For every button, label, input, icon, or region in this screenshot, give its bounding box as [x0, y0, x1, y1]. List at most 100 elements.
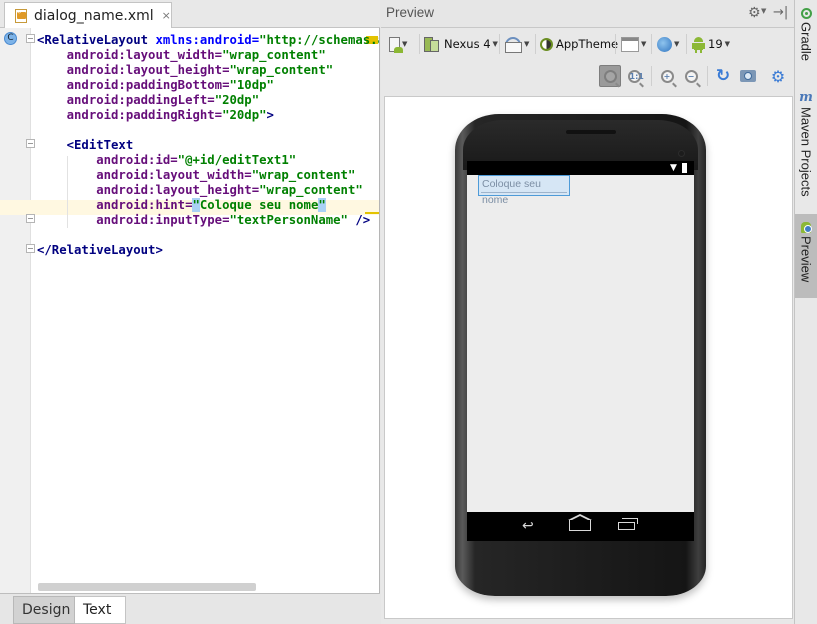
- code-token: android:layout_height=: [37, 63, 230, 77]
- code-line[interactable]: <EditText: [0, 138, 379, 153]
- maven-icon: m: [799, 90, 813, 105]
- orientation-button[interactable]: ▼: [504, 33, 529, 55]
- zoom-out-icon: −: [684, 69, 698, 83]
- chevron-down-icon: ▼: [724, 40, 731, 48]
- api-level-selector[interactable]: 19 ▼: [692, 33, 730, 55]
- code-line[interactable]: android:layout_width="wrap_content": [0, 168, 379, 183]
- zoom-to-fit-button[interactable]: [599, 65, 621, 87]
- code-line[interactable]: <RelativeLayout xmlns:android="http://sc…: [0, 33, 379, 48]
- code-line[interactable]: android:layout_height="wrap_content": [0, 183, 379, 198]
- device-selector[interactable]: Nexus 4 ▼: [424, 33, 498, 55]
- tab-design[interactable]: Design: [13, 596, 75, 624]
- code-line[interactable]: android:paddingRight="20dp">: [0, 108, 379, 123]
- device-icon: [424, 36, 440, 52]
- tool-window-gradle[interactable]: Gradle: [795, 8, 817, 72]
- preview-panel: Preview ⚙ ▼ →| ▼ Nexus 4 ▼ ▼ AppTheme ▼ …: [381, 0, 794, 624]
- code-area[interactable]: C <RelativeLayout xmlns:android="http://…: [0, 28, 379, 593]
- gradle-icon: [800, 8, 812, 19]
- locale-selector[interactable]: ▼: [657, 33, 679, 55]
- preview-title: Preview: [386, 5, 435, 20]
- code-token: android:hint=: [37, 198, 193, 212]
- code-token: ": [192, 198, 200, 212]
- toolbar-separator: [651, 66, 652, 86]
- code-token: Coloque seu nome: [199, 198, 319, 212]
- tool-window-preview[interactable]: Preview: [795, 214, 817, 298]
- code-line[interactable]: [0, 123, 379, 138]
- horizontal-scrollbar[interactable]: [38, 583, 256, 591]
- preview-header: Preview ⚙ ▼ →|: [381, 0, 794, 28]
- chevron-down-icon: ▼: [492, 40, 498, 48]
- screenshot-button[interactable]: [737, 65, 759, 87]
- actual-size-button[interactable]: 1:1: [623, 65, 645, 87]
- zoom-out-button[interactable]: −: [680, 65, 702, 87]
- code-token: android:layout_height=: [37, 183, 260, 197]
- code-token: ": [318, 198, 326, 212]
- tool-window-maven[interactable]: m Maven Projects: [795, 90, 817, 207]
- zoom-in-button[interactable]: +: [656, 65, 678, 87]
- wifi-icon: ▼: [670, 163, 677, 173]
- editor-mode-tabs: Design Text: [0, 593, 380, 624]
- code-line[interactable]: [0, 228, 379, 243]
- device-label: Nexus 4: [444, 37, 491, 51]
- status-bar: ▼: [467, 161, 694, 175]
- navigation-bar: ↩: [467, 512, 694, 541]
- code-token: "20dp": [214, 93, 260, 107]
- code-line-text: android:hint="Coloque seu nome": [37, 198, 326, 213]
- tab-text[interactable]: Text: [75, 596, 126, 624]
- zoom-fit-icon: [603, 69, 617, 83]
- app-content: Coloque seu nome: [467, 175, 694, 512]
- code-token: </RelativeLayout>: [37, 243, 163, 257]
- chevron-down-icon: ▼: [674, 40, 680, 48]
- theme-selector[interactable]: AppTheme: [540, 33, 618, 55]
- chevron-down-icon: ▼: [524, 40, 530, 48]
- gear-icon[interactable]: ⚙: [748, 5, 761, 21]
- code-line[interactable]: android:paddingLeft="20dp": [0, 93, 379, 108]
- code-token: android:paddingLeft=: [37, 93, 215, 107]
- chevron-down-icon: ▼: [641, 40, 647, 48]
- code-line-text: <RelativeLayout xmlns:android="http://sc…: [37, 33, 379, 48]
- hide-panel-icon[interactable]: →|: [773, 5, 788, 20]
- home-icon: [568, 514, 592, 531]
- code-line[interactable]: </RelativeLayout>: [0, 243, 379, 258]
- zoom-in-icon: +: [660, 69, 674, 83]
- right-tool-strip: Gradle m Maven Projects Preview: [794, 0, 817, 624]
- file-tab[interactable]: dialog_name.xml ×: [4, 2, 172, 28]
- theme-icon: [540, 37, 553, 51]
- code-token: android:layout_width=: [37, 168, 252, 182]
- code-line-text: android:id="@+id/editText1": [37, 153, 296, 168]
- code-token: "wrap_content": [222, 48, 326, 62]
- theme-label: AppTheme: [556, 37, 619, 51]
- tool-window-label: Gradle: [798, 22, 814, 62]
- code-line[interactable]: android:paddingBottom="10dp": [0, 78, 379, 93]
- code-line-text: <EditText: [37, 138, 134, 153]
- toolbar-separator: [686, 34, 687, 54]
- code-line[interactable]: android:layout_height="wrap_content": [0, 63, 379, 78]
- code-line[interactable]: android:layout_width="wrap_content": [0, 48, 379, 63]
- code-token: "10dp": [229, 78, 274, 92]
- activity-selector[interactable]: ▼: [621, 33, 646, 55]
- edittext-widget[interactable]: Coloque seu nome: [478, 175, 570, 206]
- code-token: <EditText: [37, 138, 134, 152]
- refresh-button[interactable]: ↻: [712, 65, 734, 87]
- code-token: android:layout_width=: [37, 48, 223, 62]
- preview-canvas[interactable]: ▼ Coloque seu nome ↩: [384, 96, 793, 619]
- close-tab-icon[interactable]: ×: [162, 9, 171, 22]
- recent-apps-icon: [618, 518, 638, 530]
- device-config-button[interactable]: ▼: [389, 33, 407, 55]
- code-token: "http://schemas.a: [259, 33, 379, 47]
- code-token: "wrap_content": [229, 63, 334, 77]
- code-line-text: android:paddingBottom="10dp": [37, 78, 274, 93]
- options-button[interactable]: ⚙: [767, 65, 789, 87]
- api-level-label: 19: [708, 37, 723, 51]
- chevron-down-icon[interactable]: ▼: [761, 7, 766, 15]
- code-token: >: [266, 108, 274, 122]
- back-icon: ↩: [522, 518, 534, 534]
- code-line[interactable]: android:id="@+id/editText1": [0, 153, 379, 168]
- ide-window: dialog_name.xml × C <RelativeLayout xmln…: [0, 0, 817, 624]
- code-token: "@+id/editText1": [177, 153, 297, 167]
- code-line[interactable]: android:hint="Coloque seu nome": [0, 198, 379, 213]
- code-line-text: android:layout_height="wrap_content": [37, 63, 334, 78]
- zoom-actual-icon: 1:1: [627, 69, 644, 83]
- code-line[interactable]: android:inputType="textPersonName" />: [0, 213, 379, 228]
- code-token: <RelativeLayout: [37, 33, 156, 47]
